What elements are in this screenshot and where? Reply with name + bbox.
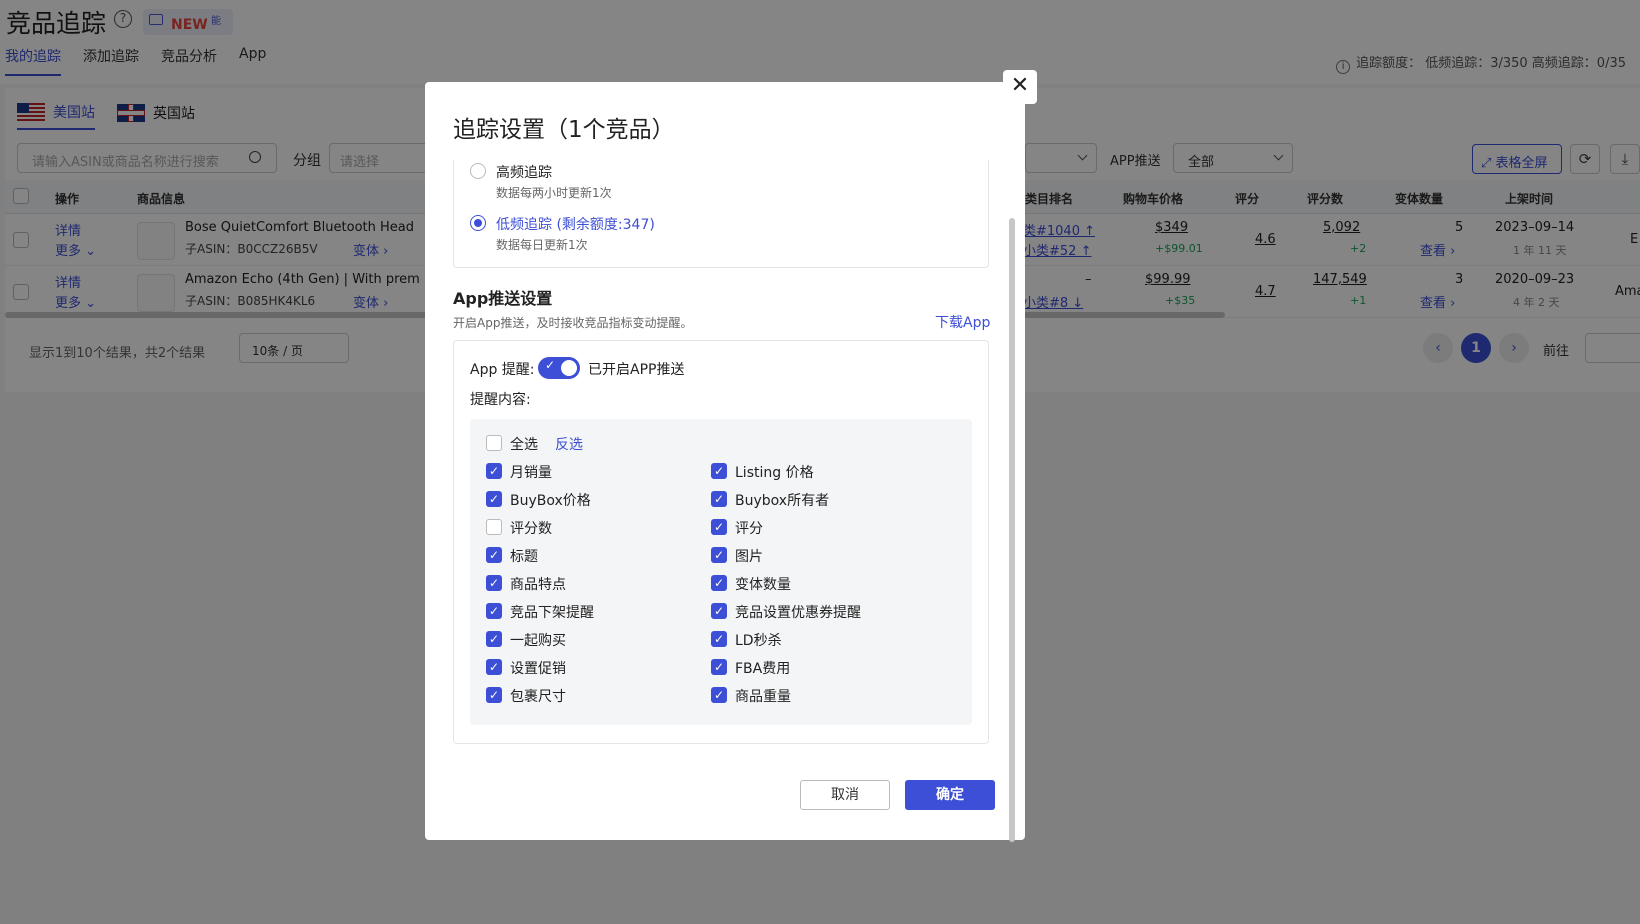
reminder-option-checkbox[interactable]: ✓ <box>711 659 727 675</box>
reminder-option-label[interactable]: 一起购买 <box>510 630 566 650</box>
reminder-option-checkbox[interactable] <box>486 519 502 535</box>
reminder-option-label[interactable]: Listing 价格 <box>735 462 814 482</box>
reminder-options-grid: 全选 反选 ✓ 月销量 ✓ Listing 价格 ✓ BuyBox价格 ✓ Buybox所有者… <box>470 419 972 725</box>
reminder-option-label[interactable]: 竞品设置优惠券提醒 <box>735 602 861 622</box>
reminder-option-label[interactable]: 设置促销 <box>510 658 566 678</box>
frequency-box: 高频追踪 数据每两小时更新1次 低频追踪 (剩余额度:347) 数据每日更新1次 <box>453 160 989 268</box>
download-app-link[interactable]: 下载App <box>935 312 990 332</box>
reminder-option-checkbox[interactable]: ✓ <box>486 603 502 619</box>
app-push-box: App 提醒: ✓ 已开启APP推送 提醒内容: 全选 反选 ✓ 月销量 ✓ List… <box>453 340 989 744</box>
reminder-option-label[interactable]: LD秒杀 <box>735 630 782 650</box>
check-icon: ✓ <box>545 358 556 372</box>
reminder-option-checkbox[interactable]: ✓ <box>711 575 727 591</box>
reminder-option-checkbox[interactable]: ✓ <box>711 687 727 703</box>
invert-selection-link[interactable]: 反选 <box>555 434 583 454</box>
reminder-option-label[interactable]: 标题 <box>510 546 538 566</box>
cancel-button[interactable]: 取消 <box>800 780 890 810</box>
reminder-option-checkbox[interactable]: ✓ <box>711 603 727 619</box>
radio-high-frequency[interactable] <box>470 163 486 179</box>
reminder-option-label[interactable]: Buybox所有者 <box>735 490 829 510</box>
reminder-option-label[interactable]: FBA费用 <box>735 658 790 678</box>
reminder-option-checkbox[interactable]: ✓ <box>711 491 727 507</box>
radio-low-frequency[interactable] <box>470 215 486 231</box>
reminder-option-label[interactable]: 包裹尺寸 <box>510 686 566 706</box>
tracking-settings-modal: 追踪设置（1个竞品） 高频追踪 数据每两小时更新1次 低频追踪 (剩余额度:34… <box>425 82 1025 842</box>
high-frequency-desc: 数据每两小时更新1次 <box>496 186 612 200</box>
reminder-option-label[interactable]: 评分数 <box>510 518 552 538</box>
reminder-option-checkbox[interactable]: ✓ <box>711 519 727 535</box>
reminder-option-checkbox[interactable]: ✓ <box>486 631 502 647</box>
select-all-label[interactable]: 全选 <box>510 434 538 454</box>
reminder-option-label[interactable]: 月销量 <box>510 462 552 482</box>
reminder-option-checkbox[interactable]: ✓ <box>486 547 502 563</box>
reminder-option-checkbox[interactable]: ✓ <box>711 631 727 647</box>
app-push-section-desc: 开启App推送，及时接收竞品指标变动提醒。 <box>453 316 693 330</box>
reminder-content-label: 提醒内容: <box>470 392 531 408</box>
reminder-option-label[interactable]: 变体数量 <box>735 574 791 594</box>
modal-scrollbar[interactable] <box>1009 218 1015 842</box>
app-reminder-label: App 提醒: <box>470 362 535 378</box>
reminder-option-checkbox[interactable]: ✓ <box>486 687 502 703</box>
reminder-option-label[interactable]: 商品特点 <box>510 574 566 594</box>
reminder-option-label[interactable]: 图片 <box>735 546 763 566</box>
app-push-toggle[interactable]: ✓ <box>538 357 580 379</box>
close-icon[interactable]: ✕ <box>1003 70 1037 104</box>
reminder-option-label[interactable]: 商品重量 <box>735 686 791 706</box>
reminder-option-label[interactable]: BuyBox价格 <box>510 490 591 510</box>
reminder-option-checkbox[interactable]: ✓ <box>486 463 502 479</box>
low-frequency-label[interactable]: 低频追踪 (剩余额度:347) <box>496 214 655 234</box>
reminder-option-checkbox[interactable]: ✓ <box>486 491 502 507</box>
reminder-option-label[interactable]: 评分 <box>735 518 763 538</box>
modal-title: 追踪设置（1个竞品） <box>453 117 675 143</box>
app-push-status: 已开启APP推送 <box>588 362 685 378</box>
low-frequency-desc: 数据每日更新1次 <box>496 238 588 252</box>
reminder-option-label[interactable]: 竞品下架提醒 <box>510 602 594 622</box>
high-frequency-label[interactable]: 高频追踪 <box>496 162 552 182</box>
reminder-option-checkbox[interactable]: ✓ <box>486 659 502 675</box>
reminder-option-checkbox[interactable]: ✓ <box>711 547 727 563</box>
select-all-checkbox[interactable] <box>486 435 502 451</box>
confirm-button[interactable]: 确定 <box>905 780 995 810</box>
reminder-option-checkbox[interactable]: ✓ <box>486 575 502 591</box>
app-push-section-title: App推送设置 <box>453 289 553 308</box>
reminder-option-checkbox[interactable]: ✓ <box>711 463 727 479</box>
